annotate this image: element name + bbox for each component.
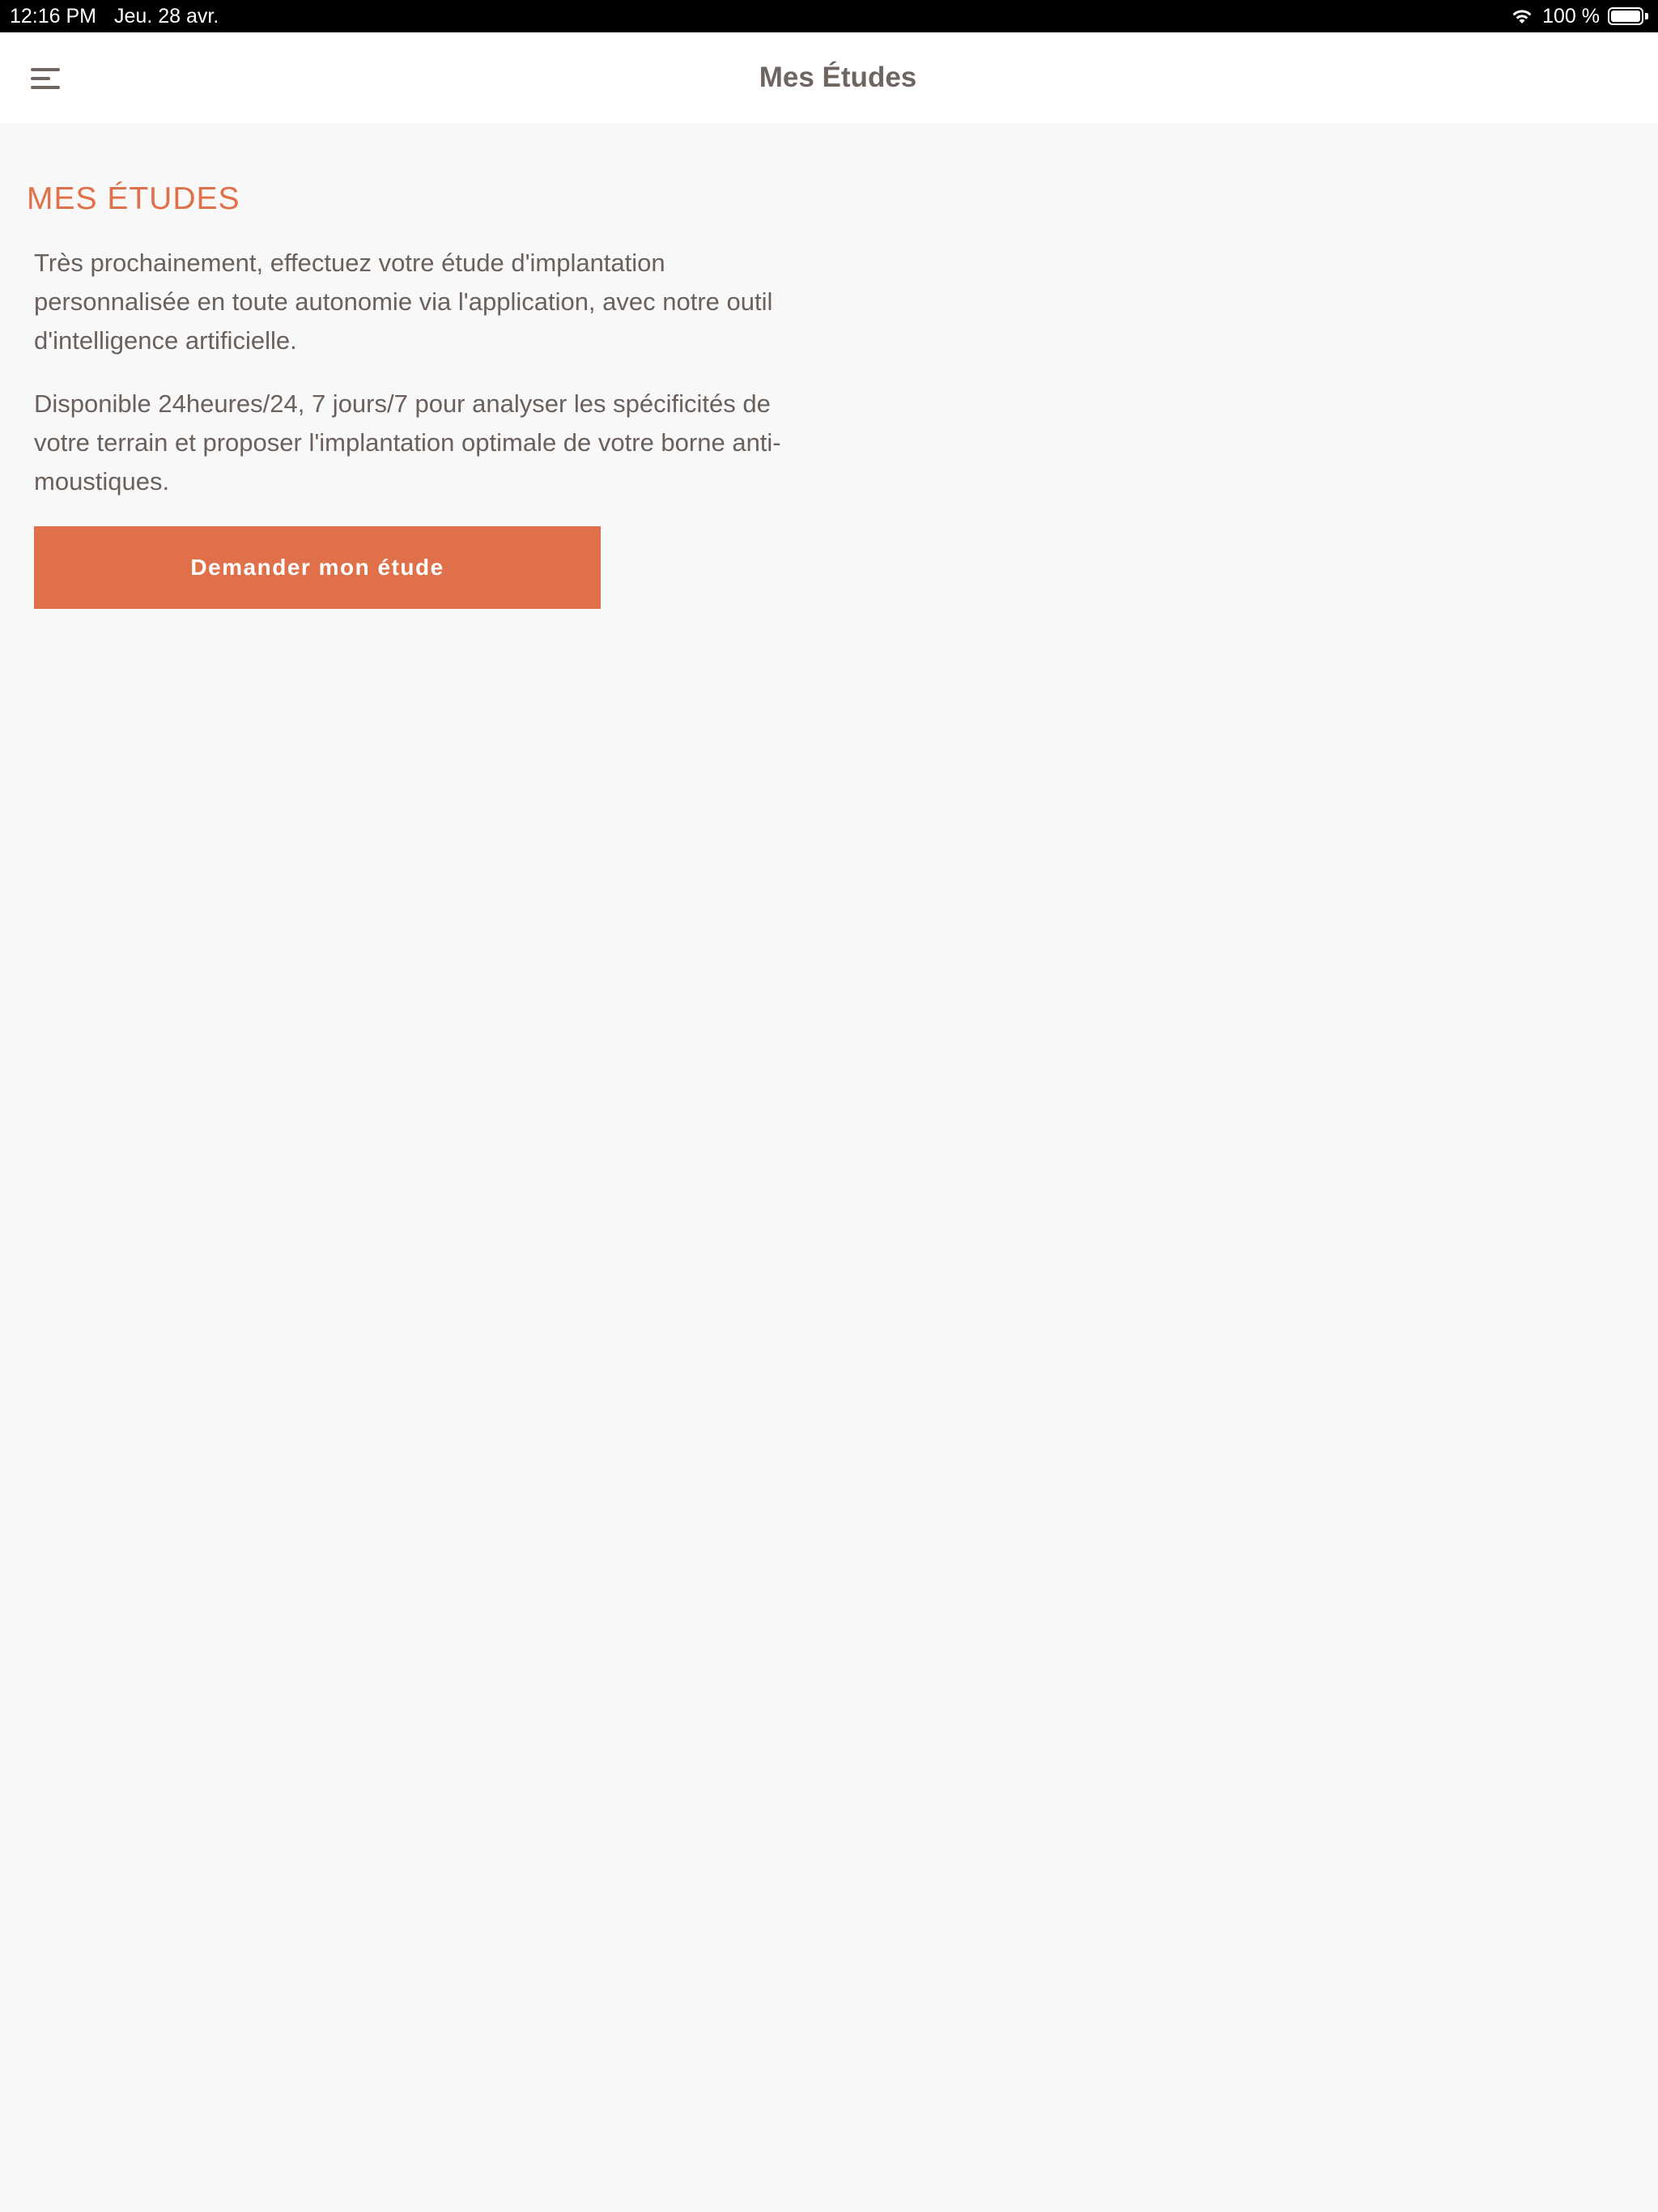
battery-body [1608,7,1643,25]
page-title: Mes Études [759,62,917,93]
status-bar: 12:16 PM Jeu. 28 avr. 100 % [0,0,1658,32]
navigation-bar: Mes Études [0,32,1658,123]
wifi-icon [1512,10,1532,23]
battery-icon [1608,7,1648,25]
battery-fill [1611,11,1640,22]
request-study-button[interactable]: Demander mon étude [34,526,601,609]
status-date: Jeu. 28 avr. [114,4,219,28]
section-title: MES ÉTUDES [27,181,240,216]
menu-button[interactable] [21,58,70,99]
status-time: 12:16 PM [10,4,97,28]
battery-tip [1645,13,1648,19]
hamburger-icon [31,66,60,91]
status-left: 12:16 PM Jeu. 28 avr. [10,5,219,28]
status-right: 100 % [1510,5,1648,28]
intro-paragraph: Très prochainement, effectuez votre étud… [34,249,773,355]
availability-paragraph: Disponible 24heures/24, 7 jours/7 pour a… [34,389,781,496]
battery-percentage: 100 % [1542,4,1600,28]
